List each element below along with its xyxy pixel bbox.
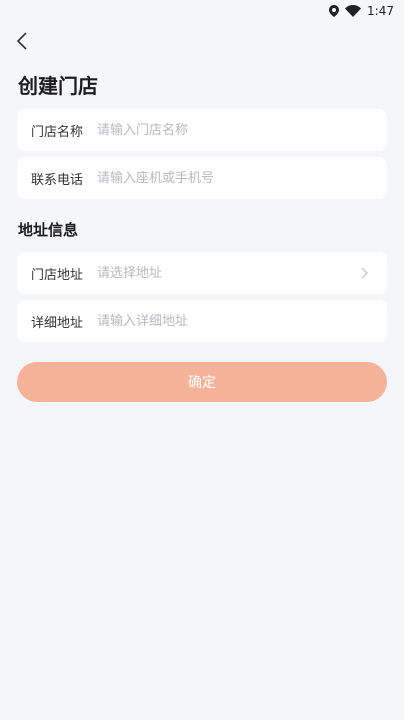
page-title: 创建门店 bbox=[18, 74, 98, 98]
store-address-label: 门店地址 bbox=[31, 267, 84, 283]
detail-address-input[interactable] bbox=[97, 313, 373, 329]
store-name-row[interactable]: 门店名称 bbox=[17, 109, 387, 151]
chevron-left-icon bbox=[16, 32, 27, 50]
store-address-row[interactable]: 门店地址 bbox=[17, 252, 387, 294]
location-icon bbox=[329, 5, 340, 17]
detail-address-label: 详细地址 bbox=[31, 315, 84, 331]
store-address-select[interactable] bbox=[97, 265, 357, 281]
status-bar: 1:47 bbox=[0, 0, 404, 22]
phone-row[interactable]: 联系电话 bbox=[17, 157, 387, 199]
phone-label: 联系电话 bbox=[31, 172, 84, 188]
back-button[interactable] bbox=[10, 29, 34, 53]
chevron-right-icon bbox=[357, 265, 373, 281]
top-bar bbox=[0, 22, 404, 60]
store-name-label: 门店名称 bbox=[31, 124, 84, 140]
address-group: 门店地址 详细地址 bbox=[0, 252, 404, 342]
confirm-button[interactable]: 确定 bbox=[17, 362, 387, 402]
phone-input[interactable] bbox=[97, 170, 373, 186]
detail-address-row[interactable]: 详细地址 bbox=[17, 300, 387, 342]
store-name-input[interactable] bbox=[97, 122, 373, 138]
status-time: 1:47 bbox=[367, 4, 394, 18]
address-section-title: 地址信息 bbox=[18, 221, 79, 239]
wifi-icon bbox=[345, 5, 362, 17]
store-info-group: 门店名称 联系电话 bbox=[0, 109, 404, 199]
